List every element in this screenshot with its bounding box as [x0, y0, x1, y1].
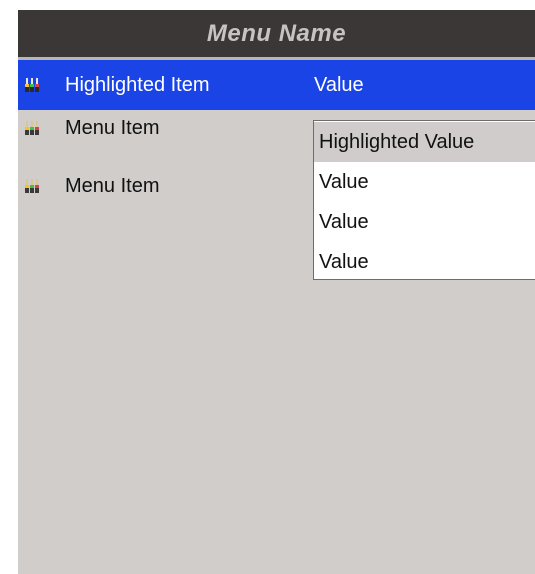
menu-title-bar: Menu Name: [18, 10, 535, 57]
menu-item-highlighted[interactable]: Highlighted Item Value: [18, 60, 535, 110]
value-dropdown-list[interactable]: Highlighted Value Value Value Value: [313, 120, 535, 280]
menu-panel: Menu Name Highlighted Item Value Menu It…: [18, 10, 535, 574]
page: Menu Name Highlighted Item Value Menu It…: [0, 0, 535, 574]
menu-item-label: Highlighted Item: [65, 74, 210, 96]
menu-title: Menu Name: [206, 19, 347, 47]
menu-item-label: Menu Item: [65, 175, 160, 197]
probe-icon: [25, 121, 39, 135]
dropdown-option[interactable]: Value: [314, 162, 535, 202]
probe-icon: [25, 179, 39, 193]
menu-item-label: Menu Item: [65, 117, 160, 139]
dropdown-option[interactable]: Value: [314, 202, 535, 242]
probe-icon: [25, 78, 39, 92]
menu-item-value: Value: [314, 74, 364, 96]
dropdown-option[interactable]: Value: [314, 242, 535, 282]
dropdown-option-highlighted[interactable]: Highlighted Value: [314, 122, 535, 162]
